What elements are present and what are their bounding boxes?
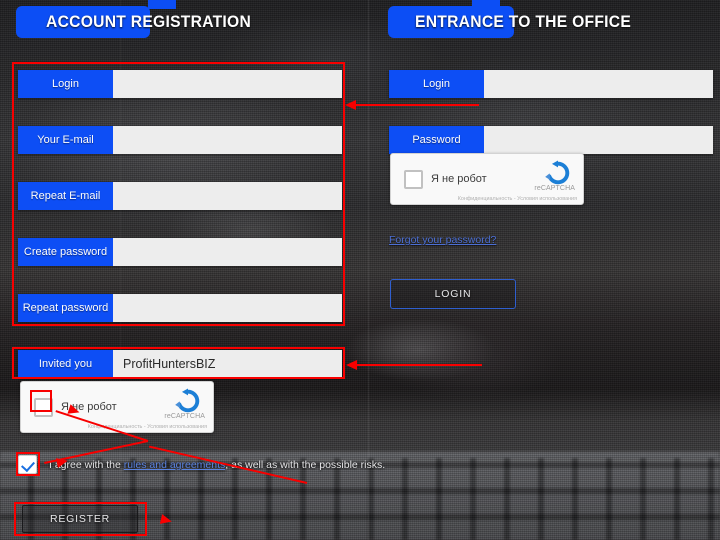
input-repeat-email[interactable] <box>113 182 342 210</box>
recaptcha-checkbox-login[interactable] <box>404 170 423 189</box>
recaptcha-widget-login[interactable]: Я не робот reCAPTCHA Конфиденциальность … <box>390 153 584 205</box>
label-email: Your E-mail <box>18 126 113 154</box>
field-row-office-password: Password <box>389 126 713 154</box>
input-login[interactable] <box>113 70 342 98</box>
label-office-login: Login <box>389 70 484 98</box>
recaptcha-widget-register[interactable]: Я не робот reCAPTCHA Конфиденциальность … <box>20 381 214 433</box>
input-create-password[interactable] <box>113 238 342 266</box>
registration-login-page: ACCOUNT REGISTRATION Login Your E-mail R… <box>0 0 720 540</box>
register-button[interactable]: REGISTER <box>22 505 138 533</box>
recaptcha-brand-register: reCAPTCHA <box>164 413 205 420</box>
label-repeat-password: Repeat password <box>18 294 113 322</box>
recaptcha-checkbox-register[interactable] <box>34 398 53 417</box>
agreement-text-before: I agree with the <box>49 458 124 471</box>
entrance-office-title: ENTRANCE TO THE OFFICE <box>415 8 631 36</box>
input-repeat-password[interactable] <box>113 294 342 322</box>
label-create-password: Create password <box>18 238 113 266</box>
field-row-repeat-email: Repeat E-mail <box>18 182 342 210</box>
field-row-invited-you: Invited you <box>18 350 342 378</box>
title-accent-word: ACCOUNT <box>46 12 127 31</box>
forgot-password-link[interactable]: Forgot your password? <box>389 234 496 246</box>
rules-and-agreements-link[interactable]: rules and agreements <box>124 459 226 471</box>
recaptcha-logo-icon <box>175 388 200 413</box>
field-row-repeat-password: Repeat password <box>18 294 342 322</box>
title-rest-words: REGISTRATION <box>126 12 252 31</box>
recaptcha-logo-icon-login <box>545 160 570 185</box>
label-invited-you: Invited you <box>18 350 113 378</box>
title-rest-words-right: TO THE OFFICE <box>504 12 632 31</box>
recaptcha-fine-print-register: Конфиденциальность - Условия использован… <box>87 424 207 430</box>
input-invited-you[interactable] <box>113 350 342 378</box>
agreement-row: I agree with the rules and agreements, a… <box>18 455 385 474</box>
agreement-text: I agree with the rules and agreements, a… <box>49 459 385 471</box>
field-row-office-login: Login <box>389 70 713 98</box>
recaptcha-brand-login: reCAPTCHA <box>534 185 575 192</box>
input-email[interactable] <box>113 126 342 154</box>
label-login: Login <box>18 70 113 98</box>
recaptcha-fine-print-login: Конфиденциальность - Условия использован… <box>457 196 577 202</box>
recaptcha-label-register: Я не робот <box>61 401 117 413</box>
label-office-password: Password <box>389 126 484 154</box>
account-registration-title: ACCOUNT REGISTRATION <box>46 8 251 36</box>
label-repeat-email: Repeat E-mail <box>18 182 113 210</box>
office-login-panel: ENTRANCE TO THE OFFICE Login Password Я … <box>360 0 720 540</box>
login-button[interactable]: LOGIN <box>390 279 516 309</box>
input-office-login[interactable] <box>484 70 713 98</box>
agreement-checkbox[interactable] <box>18 455 37 474</box>
field-row-email: Your E-mail <box>18 126 342 154</box>
field-row-create-password: Create password <box>18 238 342 266</box>
recaptcha-label-login: Я не робот <box>431 173 487 185</box>
account-registration-panel: ACCOUNT REGISTRATION Login Your E-mail R… <box>0 0 385 540</box>
title-accent-word-right: ENTRANCE <box>415 12 505 31</box>
input-office-password[interactable] <box>484 126 713 154</box>
field-row-login: Login <box>18 70 342 98</box>
